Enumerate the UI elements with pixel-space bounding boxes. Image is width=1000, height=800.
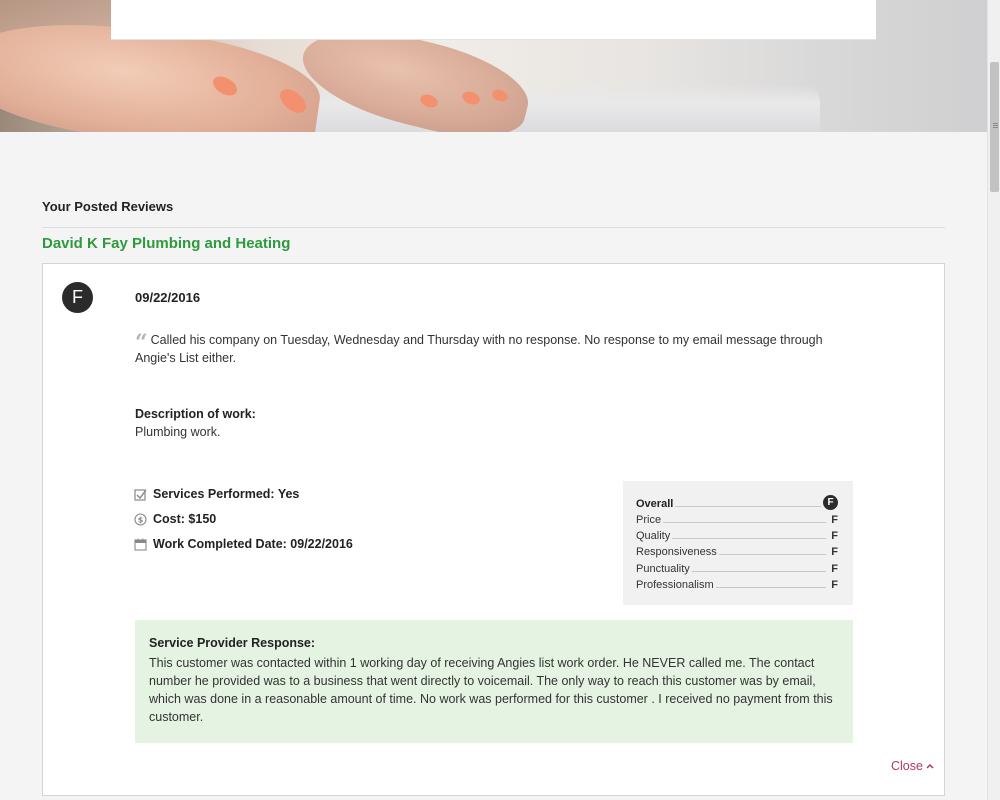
provider-name-link[interactable]: David K Fay Plumbing and Heating — [42, 235, 290, 252]
rating-row-quality: Quality F — [636, 530, 838, 542]
calendar-icon — [134, 538, 147, 551]
overall-rating-badge: F — [823, 495, 838, 510]
cost-text: Cost: $150 — [153, 512, 217, 526]
overall-grade-badge: F — [62, 282, 93, 313]
svg-text:$: $ — [138, 515, 144, 524]
services-performed: Services Performed: Yes — [134, 487, 299, 501]
rating-row-punctuality: Punctuality F — [636, 563, 838, 575]
page-scrollbar[interactable] — [987, 0, 1000, 800]
rating-row-responsiveness: Responsiveness F — [636, 546, 838, 558]
provider-response-text: This customer was contacted within 1 wor… — [149, 656, 833, 724]
rating-row-price: Price F — [636, 514, 838, 526]
ratings-breakdown: Overall F Price F Quality F Responsivene… — [623, 481, 853, 605]
section-divider — [42, 227, 945, 228]
description-label: Description of work: — [135, 407, 256, 421]
close-label: Close — [891, 759, 923, 773]
hero-banner-image — [0, 0, 987, 132]
checkbox-icon — [134, 488, 147, 501]
services-performed-text: Services Performed: Yes — [153, 487, 300, 501]
work-completed-date-text: Work Completed Date: 09/22/2016 — [153, 537, 353, 551]
provider-response-label: Service Provider Response: — [149, 636, 316, 650]
scrollbar-thumb[interactable] — [990, 62, 999, 192]
provider-response: Service Provider Response: This customer… — [135, 620, 853, 743]
review-date: 09/22/2016 — [135, 290, 201, 305]
cost: $ Cost: $150 — [134, 512, 216, 526]
review-comment-text: Called his company on Tuesday, Wednesday… — [135, 333, 823, 365]
dollar-icon: $ — [134, 512, 147, 526]
review-comment: “Called his company on Tuesday, Wednesda… — [135, 331, 835, 367]
description-value: Plumbing work. — [135, 425, 221, 439]
chevron-up-icon — [926, 763, 934, 769]
close-button[interactable]: Close — [891, 759, 934, 773]
rating-row-professionalism: Professionalism F — [636, 579, 838, 591]
rating-row-overall: Overall F — [636, 494, 838, 510]
header-card — [111, 0, 876, 40]
section-title: Your Posted Reviews — [42, 199, 174, 214]
work-completed-date: Work Completed Date: 09/22/2016 — [134, 537, 353, 551]
